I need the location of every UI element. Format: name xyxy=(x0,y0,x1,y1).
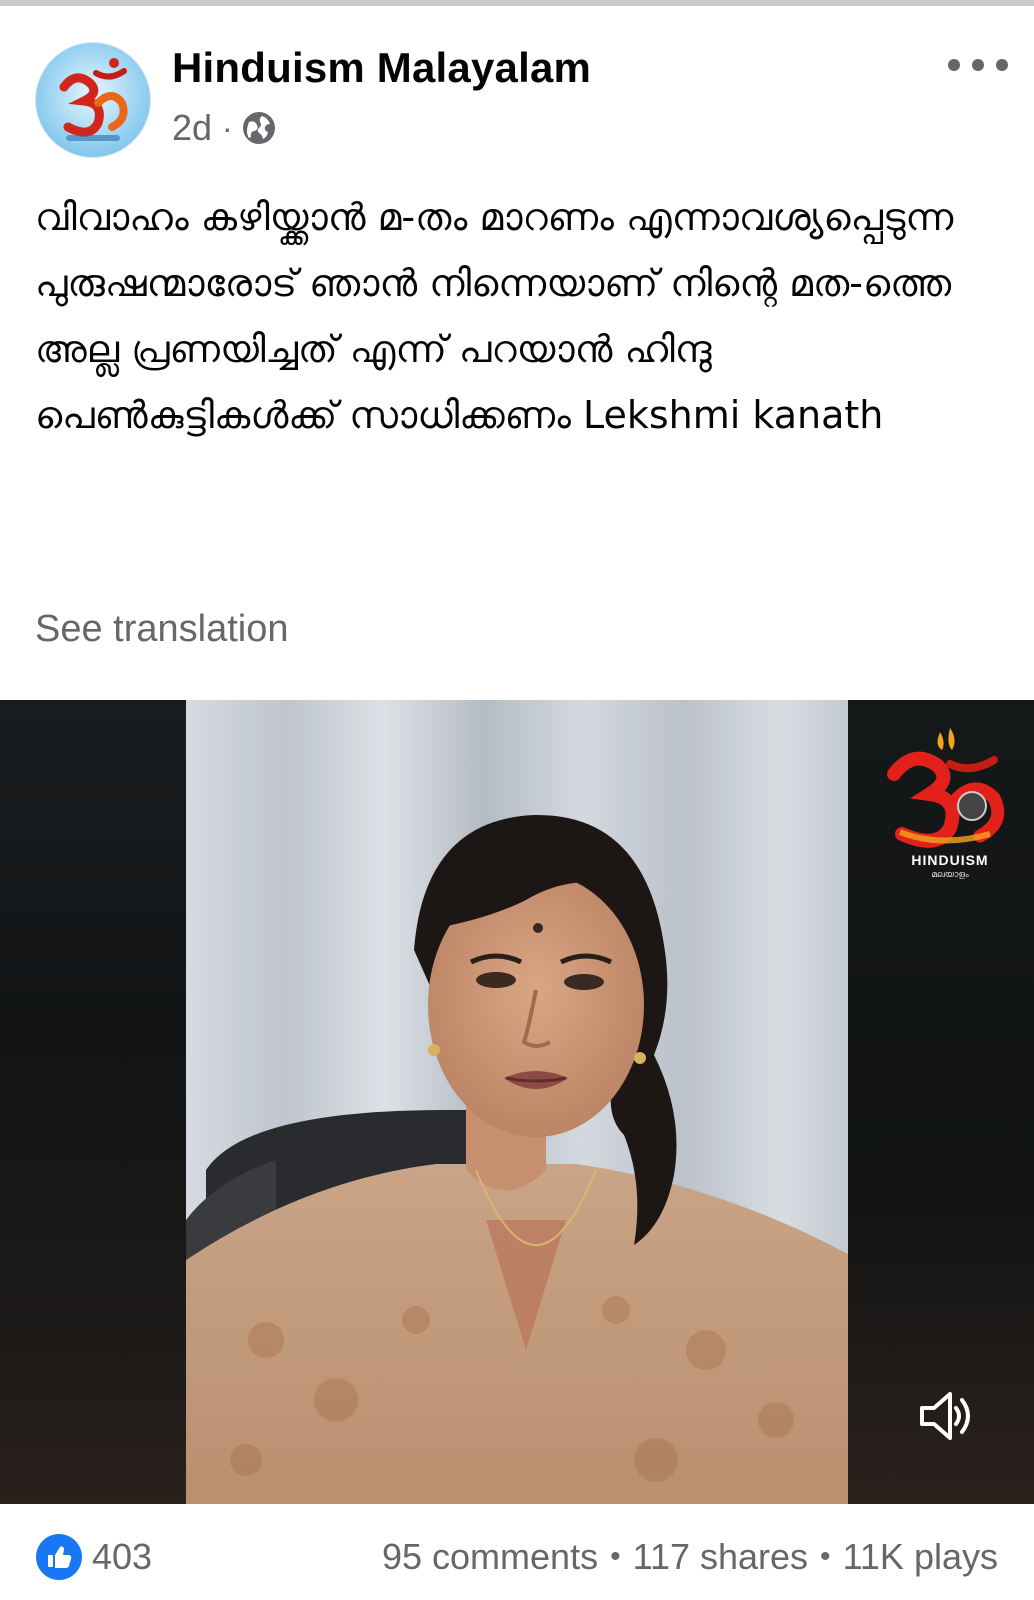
stats-separator: • xyxy=(610,1540,621,1573)
globe-icon xyxy=(242,112,275,144)
thumbs-up-icon xyxy=(48,1546,72,1568)
post-timestamp[interactable]: 2d xyxy=(172,107,212,149)
watermark-subtitle: മലയാളം xyxy=(931,870,969,880)
post-meta: 2d · xyxy=(172,106,277,150)
engagement-counts: 95 comments • 117 shares • 11K plays xyxy=(382,1536,998,1578)
more-dot-icon xyxy=(996,59,1008,71)
more-options-button[interactable] xyxy=(948,50,1008,80)
volume-icon[interactable] xyxy=(916,1386,976,1446)
see-translation-link[interactable]: See translation xyxy=(35,608,289,651)
like-reaction-badge[interactable] xyxy=(36,1534,82,1580)
top-divider xyxy=(0,0,1034,6)
like-count[interactable]: 403 xyxy=(92,1536,152,1578)
more-dot-icon xyxy=(972,59,984,71)
page-name[interactable]: Hinduism Malayalam xyxy=(172,44,591,92)
stats-separator: • xyxy=(820,1540,831,1573)
video-player[interactable]: HINDUISM മലയാളം xyxy=(0,700,1034,1504)
video-blur-left xyxy=(0,700,186,1504)
om-logo-icon xyxy=(59,58,128,141)
engagement-bar: 403 95 comments • 117 shares • 11K plays xyxy=(0,1520,1034,1600)
shares-count[interactable]: 117 shares xyxy=(633,1536,808,1578)
post-text: വിവാഹം കഴിയ്ക്കാൻ മ-തം മാറണം എന്നാവശ്യപ്… xyxy=(35,195,954,437)
watermark-title: HINDUISM xyxy=(911,852,989,868)
meta-separator: · xyxy=(222,109,233,146)
more-dot-icon xyxy=(948,59,960,71)
channel-watermark: HINDUISM മലയാളം xyxy=(880,724,1020,884)
video-frame xyxy=(186,700,848,1504)
page-avatar[interactable] xyxy=(35,42,151,158)
comments-count[interactable]: 95 comments xyxy=(382,1536,598,1578)
om-fire-logo-icon xyxy=(887,728,1005,848)
plays-count: 11K plays xyxy=(842,1536,998,1577)
